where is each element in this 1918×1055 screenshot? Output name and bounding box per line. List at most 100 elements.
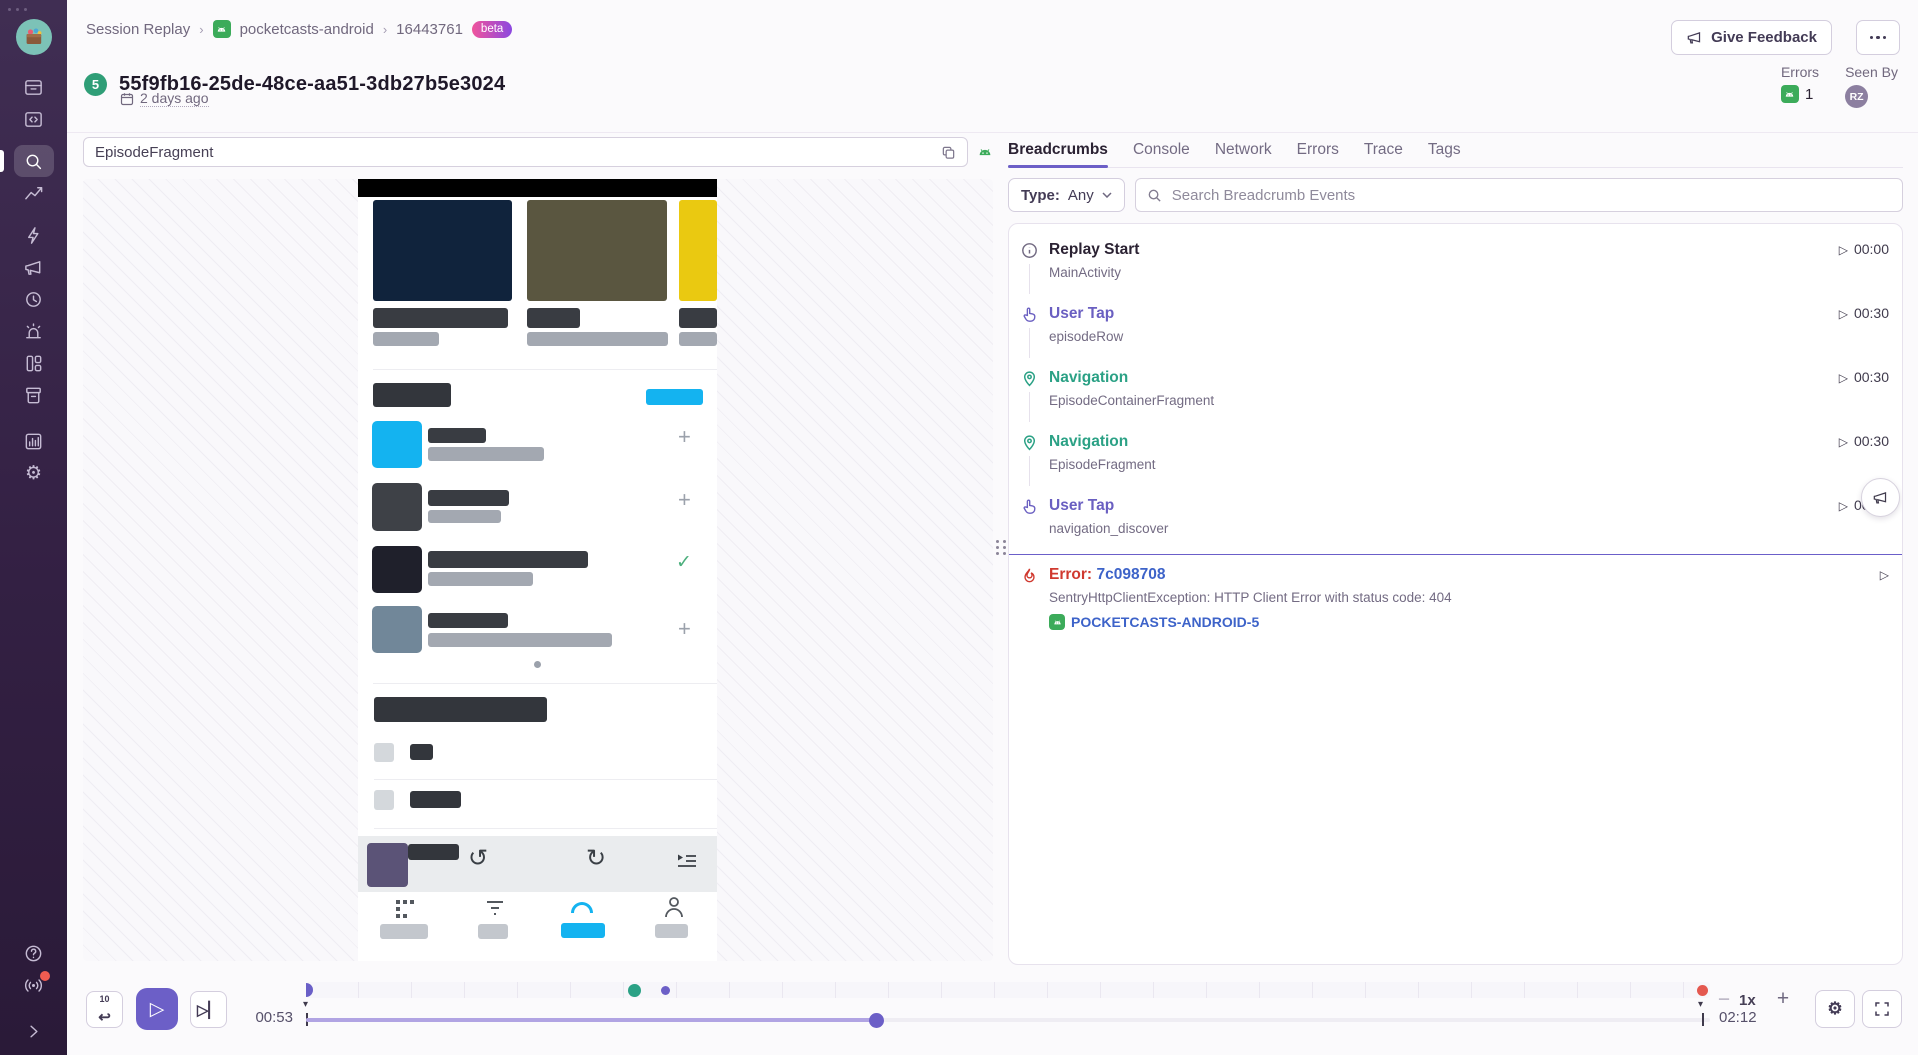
- issues-icon: [23, 77, 44, 98]
- sidebar-item-explore[interactable]: [14, 145, 54, 177]
- breadcrumb-session-replay[interactable]: Session Replay: [86, 21, 190, 38]
- total-duration: 02:12: [1719, 1009, 1757, 1026]
- breadcrumb-replay-id[interactable]: 16443761: [396, 21, 463, 38]
- type-filter-dropdown[interactable]: Type: Any: [1008, 178, 1125, 212]
- wireframe-artwork: [367, 843, 408, 887]
- plus-icon: +: [678, 618, 691, 640]
- more-options-button[interactable]: [1856, 20, 1900, 55]
- event-title: Navigation: [1049, 432, 1888, 452]
- panel-resize-handle[interactable]: [993, 137, 1008, 965]
- panel-tabs: Breadcrumbs Console Network Errors Trace…: [1008, 133, 1903, 168]
- event-title: User Tap: [1049, 304, 1888, 324]
- feedback-floating-button[interactable]: [1861, 478, 1900, 517]
- replay-start-marker: [306, 983, 313, 997]
- sidebar-item-performance[interactable]: [14, 177, 54, 209]
- sentry-replay-app: ⚙ Session Replay › pocketcasts-android ›: [0, 0, 1918, 1055]
- event-timestamp[interactable]: 00:00: [1839, 241, 1889, 257]
- event-user-tap[interactable]: User Tap navigation_discover 00:33: [1009, 488, 1902, 552]
- event-title: User Tap: [1049, 496, 1888, 516]
- wireframe-bar: [428, 551, 588, 568]
- errors-label: Errors: [1781, 64, 1819, 80]
- wireframe-card: [527, 200, 667, 301]
- wireframe-bar: [428, 510, 501, 523]
- help-button[interactable]: [14, 937, 54, 969]
- wireframe-divider: [373, 369, 717, 370]
- wireframe-bar: [428, 613, 508, 628]
- android-platform-icon: [977, 143, 993, 162]
- breadcrumb-separator: ›: [383, 22, 387, 37]
- tab-tags[interactable]: Tags: [1428, 133, 1461, 167]
- event-navigation[interactable]: Navigation EpisodeFragment 00:30: [1009, 424, 1902, 488]
- error-marker[interactable]: [1697, 985, 1708, 996]
- seen-by-avatar[interactable]: RZ: [1845, 85, 1868, 108]
- copy-button[interactable]: [939, 143, 958, 162]
- event-timestamp[interactable]: [1880, 566, 1889, 582]
- breadcrumb-search-input[interactable]: [1170, 186, 1891, 205]
- wireframe-bar: [527, 332, 668, 346]
- whats-new-button[interactable]: [14, 969, 54, 1001]
- sidebar-item-insights[interactable]: [14, 219, 54, 251]
- tab-trace[interactable]: Trace: [1364, 133, 1403, 167]
- search-icon: [23, 151, 44, 172]
- sidebar-item-alerts[interactable]: [14, 315, 54, 347]
- event-error[interactable]: Error: 7c098708 SentryHttpClientExceptio…: [1009, 557, 1902, 644]
- rewind-10-button[interactable]: 10 ↩: [86, 991, 123, 1028]
- issue-link[interactable]: POCKETCASTS-ANDROID-5: [1049, 614, 1888, 630]
- org-avatar[interactable]: [16, 19, 52, 55]
- event-timestamp[interactable]: 00:30: [1839, 369, 1889, 385]
- history-clock-icon: [23, 289, 44, 310]
- sidebar-item-feedback[interactable]: [14, 251, 54, 283]
- replay-search-input[interactable]: [93, 143, 939, 162]
- tab-console[interactable]: Console: [1133, 133, 1190, 167]
- sidebar-item-issues[interactable]: [14, 71, 54, 103]
- active-indicator: [0, 150, 4, 172]
- wireframe-statusbar: [358, 179, 717, 197]
- event-title: Replay Start: [1049, 240, 1888, 260]
- event-navigation[interactable]: Navigation EpisodeContainerFragment 00:3…: [1009, 360, 1902, 424]
- sidebar-item-projects[interactable]: [14, 103, 54, 135]
- sidebar-item-releases[interactable]: [14, 379, 54, 411]
- event-user-tap[interactable]: User Tap episodeRow 00:30: [1009, 296, 1902, 360]
- sidebar-item-stats[interactable]: [14, 425, 54, 457]
- sidebar-item-settings[interactable]: ⚙: [14, 457, 54, 489]
- event-timestamp[interactable]: 00:30: [1839, 433, 1889, 449]
- undo-icon: ↺: [468, 847, 488, 871]
- sidebar-item-replays[interactable]: [14, 283, 54, 315]
- timeline-zoom-in-button[interactable]: +: [1773, 987, 1793, 1011]
- tap-marker[interactable]: [661, 986, 670, 995]
- breadcrumb-project[interactable]: pocketcasts-android: [240, 21, 374, 38]
- play-icon: ▷: [150, 998, 165, 1021]
- sidebar-expand-button[interactable]: [14, 1015, 54, 1047]
- playback-speed[interactable]: 1x: [1739, 992, 1756, 1009]
- rewind-seconds: 10: [99, 995, 109, 1003]
- age-text[interactable]: 2 days ago: [140, 90, 209, 107]
- navigation-marker[interactable]: [628, 984, 641, 997]
- player-settings-button[interactable]: ⚙: [1815, 990, 1855, 1028]
- skip-to-end-button[interactable]: ▷▏: [190, 991, 227, 1028]
- android-project-icon: [213, 20, 231, 38]
- wireframe-dot: [534, 661, 541, 668]
- errors-count[interactable]: 1: [1805, 86, 1813, 103]
- replay-viewport[interactable]: + + ✓ +: [83, 179, 993, 961]
- megaphone-icon: [1872, 489, 1889, 506]
- error-id-link[interactable]: 7c098708: [1097, 566, 1166, 583]
- timeline-scrubber[interactable]: ▾ ▾: [306, 965, 1710, 1055]
- event-replay-start[interactable]: Replay Start MainActivity 00:00: [1009, 232, 1902, 296]
- android-platform-icon: [1781, 85, 1799, 103]
- fullscreen-button[interactable]: [1862, 990, 1902, 1028]
- tab-breadcrumbs[interactable]: Breadcrumbs: [1008, 133, 1108, 167]
- play-button[interactable]: ▷: [136, 988, 178, 1030]
- event-timestamp[interactable]: 00:30: [1839, 305, 1889, 321]
- give-feedback-button[interactable]: Give Feedback: [1671, 20, 1832, 55]
- scrubber-handle[interactable]: [869, 1013, 884, 1028]
- type-filter-value: Any: [1068, 187, 1094, 204]
- wireframe-thumb: [372, 546, 422, 593]
- code-project-icon: [23, 109, 44, 130]
- tab-errors[interactable]: Errors: [1297, 133, 1339, 167]
- chevron-right-icon: [23, 1021, 44, 1042]
- play-from-here-icon: [1839, 369, 1848, 385]
- sidebar-item-components[interactable]: [14, 347, 54, 379]
- timeline-events-track[interactable]: [306, 982, 1710, 998]
- tab-network[interactable]: Network: [1215, 133, 1272, 167]
- seen-by-label: Seen By: [1845, 64, 1898, 80]
